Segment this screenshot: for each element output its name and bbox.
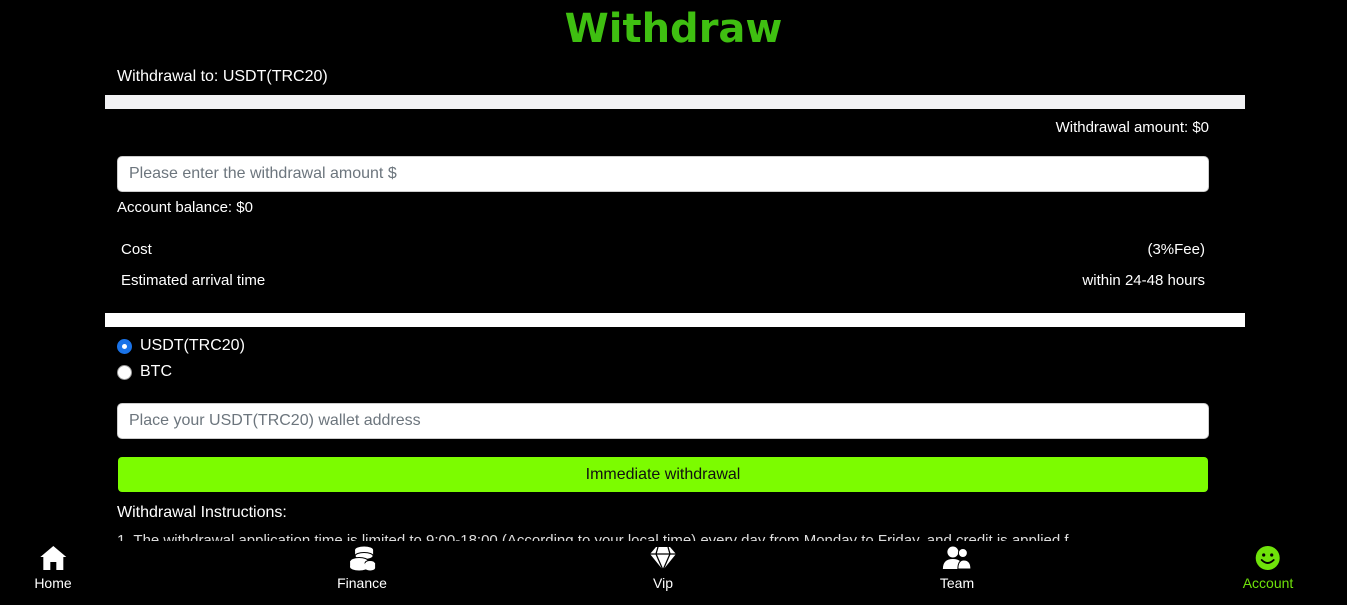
- divider-bar: [105, 95, 1245, 109]
- nav-label-team: Team: [939, 575, 975, 591]
- withdrawal-destination: Withdrawal to: USDT(TRC20): [117, 68, 328, 85]
- instructions-title: Withdrawal Instructions:: [117, 504, 287, 521]
- immediate-withdrawal-button[interactable]: Immediate withdrawal: [118, 457, 1208, 492]
- nav-label-account: Account: [1242, 575, 1294, 591]
- nav-item-vip[interactable]: Vip: [648, 544, 678, 591]
- arrival-time-value: within 24-48 hours: [1082, 272, 1205, 289]
- nav-label-vip: Vip: [653, 575, 673, 591]
- coins-icon: [349, 546, 376, 571]
- withdraw-page: Withdraw Withdrawal to: USDT(TRC20) With…: [0, 0, 1347, 605]
- cost-row: Cost (3%Fee): [121, 241, 1205, 258]
- nav-item-home[interactable]: Home: [34, 544, 72, 591]
- nav-item-team[interactable]: Team: [940, 544, 974, 591]
- method-option-usdt[interactable]: USDT(TRC20): [117, 337, 245, 355]
- cost-value: (3%Fee): [1147, 241, 1205, 258]
- diamond-icon: [650, 546, 676, 571]
- home-icon: [39, 546, 66, 570]
- btc-radio[interactable]: [117, 364, 132, 380]
- withdrawal-amount-input[interactable]: [117, 156, 1209, 192]
- users-icon: [942, 546, 972, 570]
- usdt-radio[interactable]: [117, 338, 132, 354]
- method-option-btc[interactable]: BTC: [117, 363, 172, 381]
- divider-bar: [105, 313, 1245, 327]
- withdrawal-amount-label: Withdrawal amount: $0: [1055, 119, 1209, 136]
- arrival-time-label: Estimated arrival time: [121, 272, 266, 289]
- page-title: Withdraw: [564, 6, 783, 52]
- smile-icon: [1256, 546, 1280, 570]
- instructions-text: 1. The withdrawal application time is li…: [117, 532, 1069, 541]
- wallet-address-input[interactable]: [117, 403, 1209, 439]
- nav-item-finance[interactable]: Finance: [337, 544, 387, 591]
- nav-item-account[interactable]: Account: [1242, 544, 1294, 591]
- btc-label: BTC: [140, 363, 172, 380]
- nav-label-finance: Finance: [337, 575, 387, 591]
- account-balance: Account balance: $0: [117, 199, 253, 216]
- cost-label: Cost: [121, 241, 152, 258]
- nav-label-home: Home: [34, 575, 72, 591]
- bottom-nav: Home Finance Vip Team Account: [0, 541, 1347, 605]
- usdt-label: USDT(TRC20): [140, 337, 245, 354]
- arrival-time-row: Estimated arrival time within 24-48 hour…: [121, 272, 1205, 289]
